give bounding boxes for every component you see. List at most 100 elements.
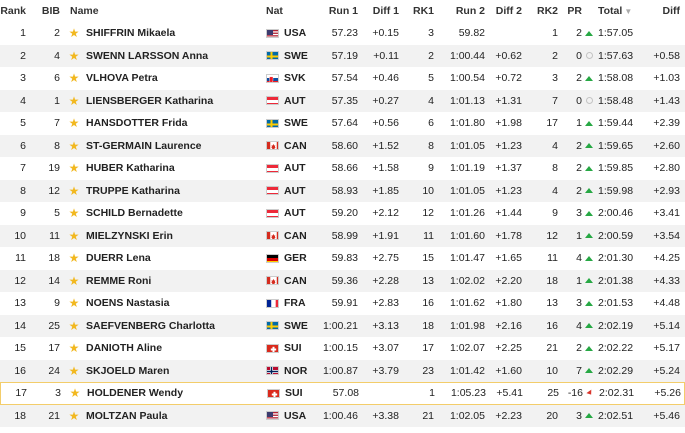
header-run2[interactable]: Run 2 — [443, 0, 485, 22]
star-icon[interactable]: ★ — [67, 157, 81, 180]
cell-rank: 10 — [14, 229, 26, 242]
table-row[interactable]: 10 11 ★ MIELZYNSKI Erin CAN 58.99 +1.91 11 1:01.… — [0, 224, 685, 248]
cell-diff2 — [490, 22, 522, 45]
table-row[interactable]: 7 19 ★ HUBER Katharina AUT 58.66 +1.58 9 1:01.19… — [0, 157, 685, 180]
table-row[interactable]: 18 21 ★ MOLTZAN Paula USA 1:00.46 +3.38 21 1:02.… — [0, 404, 685, 428]
star-icon[interactable]: ★ — [67, 270, 81, 293]
header-run1[interactable]: Run 1 — [320, 0, 358, 22]
cell-pr: 7 — [576, 364, 582, 377]
table-row[interactable]: 8 12 ★ TRUPPE Katharina AUT 58.93 +1.85 10 1:01.… — [0, 179, 685, 203]
cell-rank: 11 — [15, 252, 26, 265]
cell-diff: +4.25 — [653, 252, 680, 265]
cell-name[interactable]: MIELZYNSKI Erin — [86, 225, 256, 248]
cell-rk2: 12 — [546, 229, 558, 242]
star-icon[interactable]: ★ — [67, 67, 81, 90]
header-rank[interactable]: Rank — [0, 0, 26, 22]
table-row[interactable]: 1 2 ★ SHIFFRIN Mikaela USA 57.23 +0.15 3 59.82 1 2… — [0, 22, 685, 45]
table-row[interactable]: 3 6 ★ VLHOVA Petra SVK 57.54 +0.46 5 1:00.54 +0.7… — [0, 67, 685, 90]
header-pr[interactable]: PR — [566, 0, 582, 22]
nat-code: CAN — [284, 229, 307, 242]
table-row[interactable]: 2 4 ★ SWENN LARSSON Anna SWE 57.19 +0.11 2 1:00.… — [0, 44, 685, 68]
table-row[interactable]: 14 25 ★ SAEFVENBERG Charlotta SWE 1:00.21 +3.1… — [0, 314, 685, 338]
star-icon[interactable]: ★ — [67, 112, 81, 135]
header-bib[interactable]: BIB — [30, 0, 60, 22]
cell-diff2: +2.16 — [495, 319, 522, 332]
cell-diff2: +1.44 — [495, 207, 522, 220]
cell-name[interactable]: SCHILD Bernadette — [86, 202, 256, 225]
cell-name[interactable]: SWENN LARSSON Anna — [86, 45, 256, 68]
nat-code: USA — [284, 27, 307, 40]
cell-pr: 2 — [576, 139, 582, 152]
star-icon[interactable]: ★ — [67, 405, 81, 428]
header-nat[interactable]: Nat — [266, 0, 316, 22]
nat-code: GER — [284, 252, 307, 265]
table-row[interactable]: 16 24 ★ SKJOELD Maren NOR 1:00.87 +3.79 23 1:01.… — [0, 359, 685, 383]
cell-name[interactable]: NOENS Nastasia — [86, 292, 256, 315]
header-name[interactable]: Name — [70, 0, 240, 22]
star-icon[interactable]: ★ — [67, 315, 81, 338]
cell-trend — [583, 292, 595, 315]
cell-pr: 2 — [576, 342, 582, 355]
cell-nat: CAN — [266, 270, 316, 293]
header-total[interactable]: Total ▼ — [598, 0, 638, 22]
star-icon[interactable]: ★ — [67, 202, 81, 225]
table-row[interactable]: 11 18 ★ DUERR Lena GER 59.83 +2.75 15 1:01.47 +1.… — [0, 247, 685, 270]
table-row[interactable]: 17 3 ★ HOLDENER Wendy SUI 57.08 1 1:05.23 +5.41 2… — [0, 382, 685, 405]
cell-nat: FRA — [266, 292, 316, 315]
header-diff[interactable]: Diff — [650, 0, 681, 22]
header-diff2[interactable]: Diff 2 — [490, 0, 522, 22]
cell-rank: 4 — [20, 94, 26, 107]
table-row[interactable]: 15 17 ★ DANIOTH Aline SUI 1:00.15 +3.07 17 1:02.… — [0, 337, 685, 360]
cell-name[interactable]: HANSDOTTER Frida — [86, 112, 256, 135]
cell-name[interactable]: SKJOELD Maren — [86, 360, 256, 383]
table-row[interactable]: 12 14 ★ REMME Roni CAN 59.36 +2.28 13 1:02.02 +2.… — [0, 269, 685, 293]
cell-run2: 1:02.05 — [449, 409, 485, 422]
cell-name[interactable]: MOLTZAN Paula — [86, 405, 256, 428]
star-icon[interactable]: ★ — [67, 45, 81, 68]
cell-bib: 24 — [48, 364, 60, 377]
star-icon[interactable]: ★ — [67, 292, 81, 315]
nat-code: SWE — [284, 117, 308, 130]
cell-name[interactable]: LIENSBERGER Katharina — [86, 90, 256, 113]
cell-diff: +5.46 — [653, 409, 680, 422]
table-row[interactable]: 13 9 ★ NOENS Nastasia FRA 59.91 +2.83 16 1:01.62… — [0, 292, 685, 315]
cell-name[interactable]: HUBER Katharina — [86, 157, 256, 180]
star-icon[interactable]: ★ — [67, 22, 81, 45]
star-icon[interactable]: ★ — [67, 90, 81, 113]
star-icon[interactable]: ★ — [67, 360, 81, 383]
cell-name[interactable]: TRUPPE Katharina — [86, 180, 256, 203]
header-rk1[interactable]: RK1 — [410, 0, 434, 22]
table-row[interactable]: 9 5 ★ SCHILD Bernadette AUT 59.20 +2.12 12 1:01.… — [0, 202, 685, 225]
cell-diff2: +1.31 — [495, 94, 522, 107]
cell-name[interactable]: SAEFVENBERG Charlotta — [86, 315, 256, 338]
header-rk2[interactable]: RK2 — [537, 0, 558, 22]
cell-name[interactable]: VLHOVA Petra — [86, 67, 256, 90]
cell-name[interactable]: HOLDENER Wendy — [87, 383, 257, 404]
cell-run2: 1:01.62 — [449, 297, 485, 310]
cell-trend — [583, 67, 595, 90]
cell-nat: SVK — [266, 67, 316, 90]
star-icon[interactable]: ★ — [67, 247, 81, 270]
cell-pr: 0 — [576, 49, 582, 62]
header-diff1[interactable]: Diff 1 — [363, 0, 399, 22]
star-icon[interactable]: ★ — [67, 337, 81, 360]
cell-diff1: +3.07 — [372, 342, 399, 355]
table-row[interactable]: 4 1 ★ LIENSBERGER Katharina AUT 57.35 +0.27 4 1:… — [0, 89, 685, 113]
cell-rk2: 4 — [552, 184, 558, 197]
cell-rk1: 10 — [422, 184, 434, 197]
star-icon[interactable]: ★ — [67, 180, 81, 203]
star-icon[interactable]: ★ — [68, 383, 82, 404]
cell-name[interactable]: DUERR Lena — [86, 247, 256, 270]
cell-name[interactable]: SHIFFRIN Mikaela — [86, 22, 256, 45]
cell-name[interactable]: ST-GERMAIN Laurence — [86, 135, 256, 158]
table-row[interactable]: 6 8 ★ ST-GERMAIN Laurence CAN 58.60 +1.52 8 1:01… — [0, 134, 685, 158]
cell-run2: 1:01.80 — [449, 117, 485, 130]
star-icon[interactable]: ★ — [67, 225, 81, 248]
star-icon[interactable]: ★ — [67, 135, 81, 158]
cell-diff1: +2.28 — [372, 274, 399, 287]
cell-name[interactable]: DANIOTH Aline — [86, 337, 256, 360]
cell-rk2: 1 — [552, 27, 558, 40]
cell-name[interactable]: REMME Roni — [86, 270, 256, 293]
cell-rank: 15 — [14, 342, 26, 355]
table-row[interactable]: 5 7 ★ HANSDOTTER Frida SWE 57.64 +0.56 6 1:01.80… — [0, 112, 685, 135]
